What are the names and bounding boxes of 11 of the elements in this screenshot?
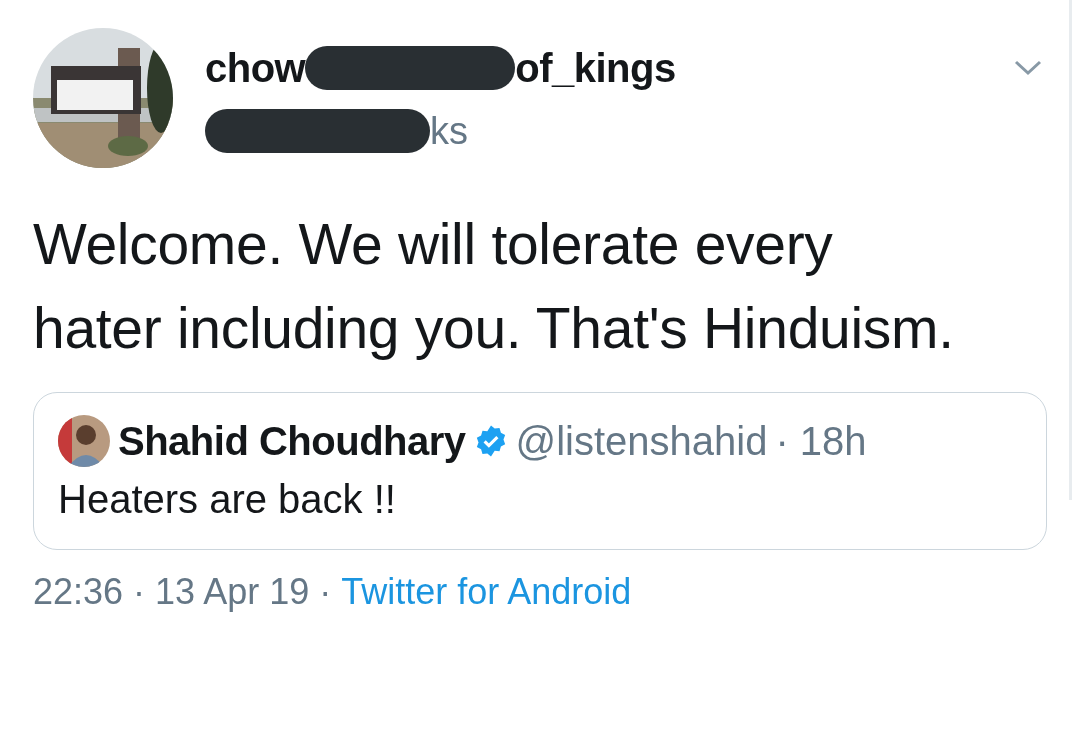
display-name: of_kings (515, 45, 676, 92)
timestamp: · 18h (775, 418, 867, 465)
username: ks (430, 109, 468, 154)
display-name: Shahid Choudhary (118, 418, 466, 465)
tweet-text: Welcome. We will tolerate every hater including you. That's Hinduism. (33, 211, 955, 362)
display-name: chow (205, 45, 306, 92)
timestamp: 22:36 · 13 Apr 19 · (33, 572, 332, 612)
chevron-down-icon[interactable] (1013, 58, 1043, 78)
username: @listenshahid (515, 418, 768, 465)
quoted-tweet-text: Heaters are back !! (58, 476, 397, 523)
quoted-tweet-card[interactable]: Shahid Choudhary @listenshahid · 18h Heaters are back !! (33, 392, 1047, 550)
